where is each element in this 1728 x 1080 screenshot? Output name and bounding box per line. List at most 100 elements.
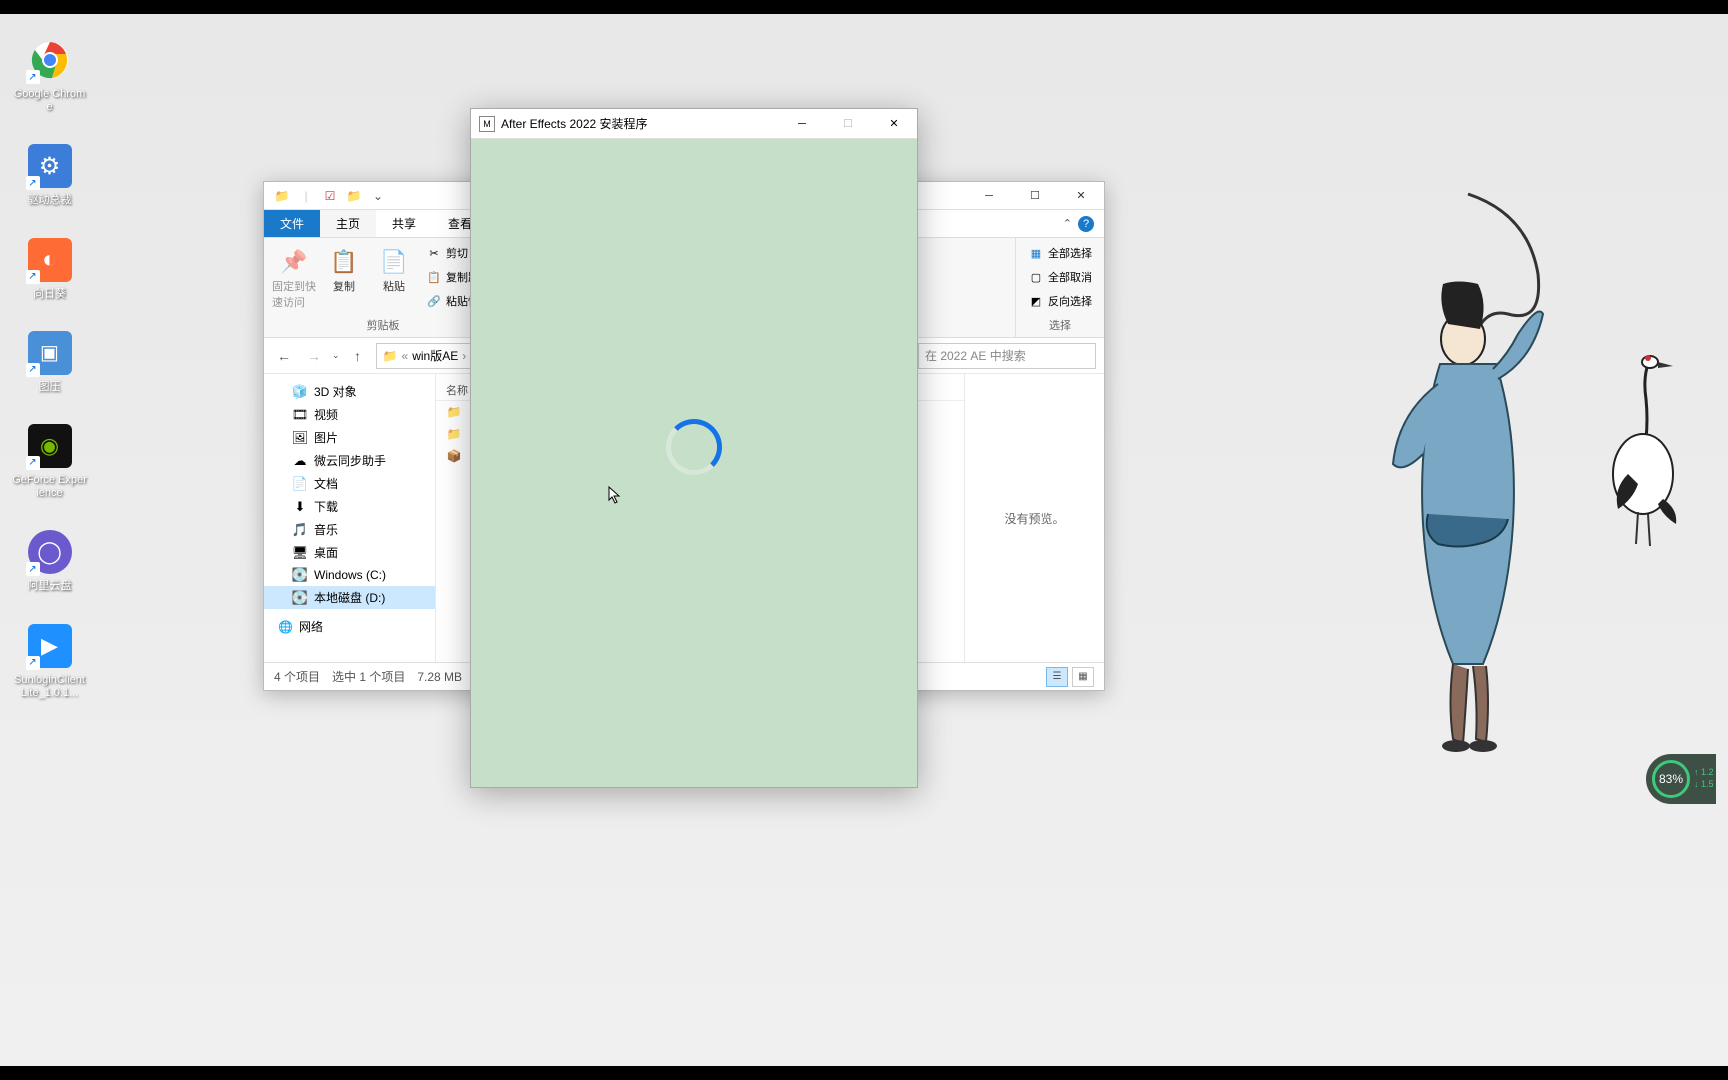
sidebar-item-label: 视频 bbox=[314, 406, 338, 423]
tab-file[interactable]: 文件 bbox=[264, 210, 320, 237]
sidebar-item-network[interactable]: 🌐网络 bbox=[264, 615, 435, 638]
desktop-icon-geforce[interactable]: ◉↗ GeForce Experience bbox=[12, 422, 87, 500]
wallpaper-illustration: 83% ↑ 1.2↓ 1.5 bbox=[1368, 144, 1728, 794]
icons-view-button[interactable]: ▦ bbox=[1072, 667, 1094, 687]
desktop: 83% ↑ 1.2↓ 1.5 ↗Google Chrome⚙↗驱动总裁◐↗向日葵… bbox=[0, 14, 1728, 1066]
close-button[interactable]: ✕ bbox=[871, 109, 917, 139]
net-speed: ↑ 1.2↓ 1.5 bbox=[1694, 767, 1714, 790]
back-button[interactable]: ← bbox=[272, 344, 296, 368]
sidebar-item[interactable]: ☁微云同步助手 bbox=[264, 449, 435, 472]
tab-share[interactable]: 共享 bbox=[376, 210, 432, 237]
maximize-button[interactable]: ☐ bbox=[1012, 182, 1058, 210]
sidebar-item-label: 下载 bbox=[314, 498, 338, 515]
shortcut-icon: 🔗 bbox=[426, 293, 442, 309]
select-none-button[interactable]: ▢全部取消 bbox=[1024, 266, 1096, 288]
sidebar-item[interactable]: 🖼图片 bbox=[264, 426, 435, 449]
sidebar-item-label: 本地磁盘 (D:) bbox=[314, 589, 385, 606]
divider: | bbox=[298, 188, 314, 204]
file-icon: 📦 bbox=[446, 448, 462, 464]
icon-label: GeForce Experience bbox=[12, 474, 87, 500]
folder-icon: 🖼 bbox=[292, 430, 308, 446]
properties-icon[interactable]: ☑ bbox=[322, 188, 338, 204]
invert-icon: ◩ bbox=[1028, 293, 1044, 309]
folder-icon[interactable]: 📁 bbox=[346, 188, 362, 204]
folder-icon: 💽 bbox=[292, 567, 308, 583]
app-icon: ◯↗ bbox=[26, 528, 74, 576]
copy-button[interactable]: 📋复制 bbox=[322, 242, 366, 294]
clipboard-group-label: 剪贴板 bbox=[272, 315, 494, 337]
copy-icon: 📋 bbox=[328, 246, 360, 278]
folder-icon: 🧊 bbox=[292, 384, 308, 400]
collapse-ribbon-icon[interactable]: ⌃ bbox=[1063, 217, 1072, 230]
shortcut-arrow-icon: ↗ bbox=[26, 363, 40, 377]
folder-icon: 📁 bbox=[274, 188, 290, 204]
qat-dropdown-icon[interactable]: ⌄ bbox=[370, 188, 386, 204]
folder-icon: 🎵 bbox=[292, 522, 308, 538]
minimize-button[interactable]: ─ bbox=[966, 182, 1012, 210]
desktop-icon-chrome[interactable]: ↗ Google Chrome bbox=[12, 36, 87, 114]
folder-icon: 📄 bbox=[292, 476, 308, 492]
app-icon: ↗ bbox=[26, 36, 74, 84]
breadcrumb-prefix: « bbox=[402, 349, 409, 363]
up-button[interactable]: ↑ bbox=[346, 344, 370, 368]
icon-label: SunloginClientLite_1.0.1... bbox=[12, 674, 87, 700]
performance-widget[interactable]: 83% ↑ 1.2↓ 1.5 bbox=[1646, 754, 1716, 804]
folder-icon: 💽 bbox=[292, 590, 308, 606]
preview-pane: 没有预览。 bbox=[964, 374, 1104, 662]
folder-icon: 🎞 bbox=[292, 407, 308, 423]
app-icon: M bbox=[479, 116, 495, 132]
sidebar-item[interactable]: 🧊3D 对象 bbox=[264, 380, 435, 403]
select-none-icon: ▢ bbox=[1028, 269, 1044, 285]
sidebar-item[interactable]: 💽 本地磁盘 (D:) bbox=[264, 586, 435, 609]
paste-icon: 📄 bbox=[378, 246, 410, 278]
desktop-icon-xiangrikui[interactable]: ◐↗向日葵 bbox=[12, 236, 87, 301]
help-icon[interactable]: ? bbox=[1078, 216, 1094, 232]
icon-label: 驱动总裁 bbox=[28, 194, 72, 207]
sidebar-item[interactable]: ⬇下载 bbox=[264, 495, 435, 518]
shortcut-arrow-icon: ↗ bbox=[26, 70, 40, 84]
sidebar-item[interactable]: 🖥桌面 bbox=[264, 541, 435, 564]
history-dropdown-icon[interactable]: ⌄ bbox=[332, 350, 340, 361]
search-input[interactable]: 在 2022 AE 中搜索 bbox=[918, 343, 1096, 369]
app-icon: ◉↗ bbox=[26, 422, 74, 470]
app-icon: ◐↗ bbox=[26, 236, 74, 284]
scissors-icon: ✂ bbox=[426, 245, 442, 261]
desktop-icon-tuya[interactable]: ▣↗图压 bbox=[12, 329, 87, 394]
forward-button[interactable]: → bbox=[302, 344, 326, 368]
desktop-icon-driver[interactable]: ⚙↗驱动总裁 bbox=[12, 142, 87, 207]
loading-spinner-icon bbox=[666, 419, 722, 475]
sidebar-item[interactable]: 🎵音乐 bbox=[264, 518, 435, 541]
navigation-pane[interactable]: 🧊3D 对象 🎞 视频 🖼图片☁微云同步助手📄文档⬇下载🎵音乐🖥桌面💽Windows … bbox=[264, 374, 436, 662]
desktop-icon-aliyun[interactable]: ◯↗阿里云盘 bbox=[12, 528, 87, 593]
details-view-button[interactable]: ☰ bbox=[1046, 667, 1068, 687]
chevron-right-icon[interactable]: › bbox=[462, 349, 466, 363]
shortcut-arrow-icon: ↗ bbox=[26, 270, 40, 284]
selection-count: 选中 1 个项目 bbox=[332, 668, 405, 685]
path-icon: 📋 bbox=[426, 269, 442, 285]
sidebar-item[interactable]: 💽Windows (C:) bbox=[264, 564, 435, 586]
quick-access-toolbar: 📁 | ☑ 📁 ⌄ bbox=[264, 188, 386, 204]
window-title: After Effects 2022 安装程序 bbox=[501, 115, 648, 132]
invert-selection-button[interactable]: ◩反向选择 bbox=[1024, 290, 1096, 312]
select-all-icon: ▦ bbox=[1028, 245, 1044, 261]
sidebar-item[interactable]: 📄文档 bbox=[264, 472, 435, 495]
file-icon: 📁 bbox=[446, 404, 462, 420]
sidebar-item[interactable]: 🎞 视频 bbox=[264, 403, 435, 426]
maximize-button: ☐ bbox=[825, 109, 871, 139]
file-icon: 📁 bbox=[446, 426, 462, 442]
installer-body bbox=[471, 139, 917, 787]
folder-icon: 🖥 bbox=[292, 545, 308, 561]
installer-titlebar[interactable]: M After Effects 2022 安装程序 ─ ☐ ✕ bbox=[471, 109, 917, 139]
pin-button[interactable]: 📌固定到快速访问 bbox=[272, 242, 316, 310]
icon-label: Google Chrome bbox=[12, 88, 87, 114]
breadcrumb-segment[interactable]: win版AE bbox=[412, 347, 458, 364]
tab-home[interactable]: 主页 bbox=[320, 210, 376, 237]
select-group-label: 选择 bbox=[1024, 315, 1096, 337]
minimize-button[interactable]: ─ bbox=[779, 109, 825, 139]
close-button[interactable]: ✕ bbox=[1058, 182, 1104, 210]
select-all-button[interactable]: ▦全部选择 bbox=[1024, 242, 1096, 264]
desktop-icon-sunlogin[interactable]: ▶↗SunloginClientLite_1.0.1... bbox=[12, 622, 87, 700]
paste-button[interactable]: 📄粘贴 bbox=[372, 242, 416, 294]
shortcut-arrow-icon: ↗ bbox=[26, 176, 40, 190]
folder-icon: 📁 bbox=[383, 349, 398, 363]
